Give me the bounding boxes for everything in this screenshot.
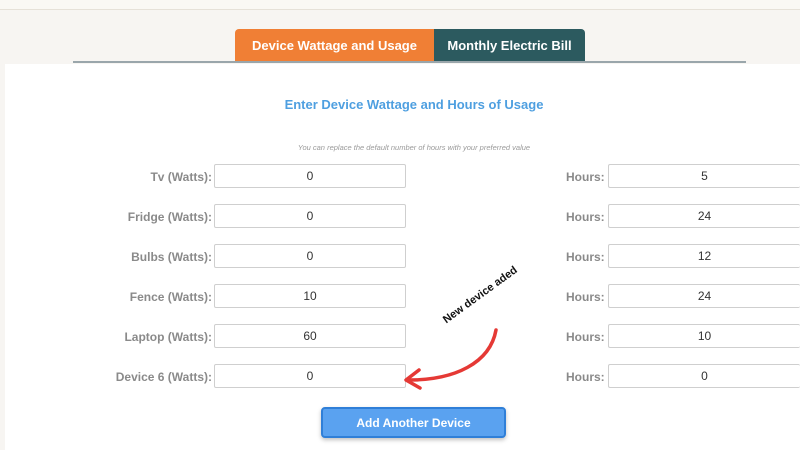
add-device-button[interactable]: Add Another Device <box>321 407 506 438</box>
bulbs-watts-input[interactable] <box>214 244 406 268</box>
device-label-bulbs: Bulbs (Watts): <box>131 250 212 264</box>
tab-bar: Device Wattage and Usage Monthly Electri… <box>235 29 585 62</box>
top-strip <box>0 0 800 10</box>
annotation-arrow-icon <box>404 328 498 390</box>
device-label-fence: Fence (Watts): <box>129 290 212 304</box>
hours-label: Hours: <box>566 370 605 384</box>
tab-underline <box>73 61 746 63</box>
tab-monthly-bill[interactable]: Monthly Electric Bill <box>434 29 585 62</box>
bulbs-hours-input[interactable] <box>608 244 800 268</box>
device6-watts-input[interactable] <box>214 364 406 388</box>
tv-hours-input[interactable] <box>608 164 800 188</box>
fridge-hours-input[interactable] <box>608 204 800 228</box>
hours-label: Hours: <box>566 170 605 184</box>
form-hint: You can replace the default number of ho… <box>297 143 531 152</box>
hours-label: Hours: <box>566 210 605 224</box>
laptop-watts-input[interactable] <box>214 324 406 348</box>
tab-device-wattage[interactable]: Device Wattage and Usage <box>235 29 434 62</box>
laptop-hours-input[interactable] <box>608 324 800 348</box>
fridge-watts-input[interactable] <box>214 204 406 228</box>
hours-label: Hours: <box>566 250 605 264</box>
fence-watts-input[interactable] <box>214 284 406 308</box>
fence-hours-input[interactable] <box>608 284 800 308</box>
device-label-laptop: Laptop (Watts): <box>124 330 212 344</box>
device-label-tv: Tv (Watts): <box>150 170 212 184</box>
device-label-fridge: Fridge (Watts): <box>127 210 212 224</box>
hours-label: Hours: <box>566 290 605 304</box>
hours-label: Hours: <box>566 330 605 344</box>
tv-watts-input[interactable] <box>214 164 406 188</box>
form-heading: Enter Device Wattage and Hours of Usage <box>284 97 544 112</box>
device6-hours-input[interactable] <box>608 364 800 388</box>
device-label-device6: Device 6 (Watts): <box>115 370 212 384</box>
